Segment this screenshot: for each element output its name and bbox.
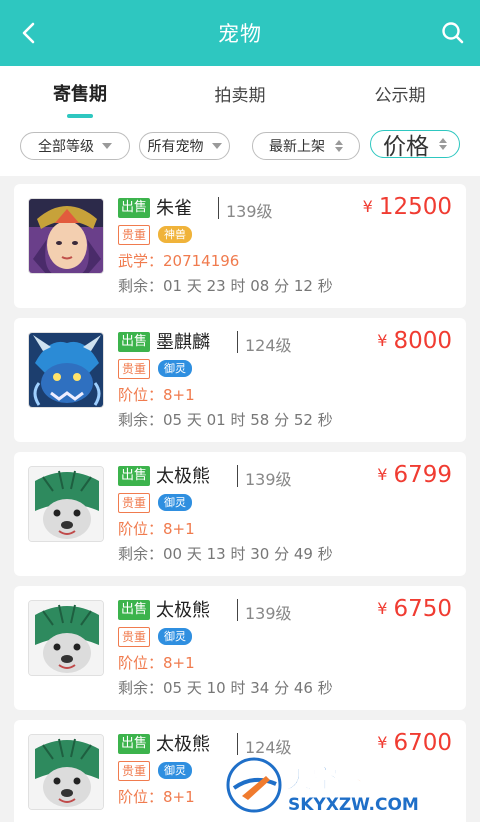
type-badge: 御灵 bbox=[158, 762, 192, 779]
tab-consignment[interactable]: 寄售期 bbox=[0, 66, 160, 120]
page-title: 宠物 bbox=[218, 22, 262, 46]
remaining-time: 剩余：05 天 10 时 34 分 46 秒 bbox=[118, 679, 333, 697]
pet-avatar bbox=[28, 734, 104, 810]
pet-name: 墨麒麟 bbox=[156, 332, 210, 353]
pet-price: ¥6799 bbox=[377, 462, 452, 488]
pet-filter-label: 所有宠物 bbox=[147, 139, 204, 155]
currency-symbol: ¥ bbox=[377, 733, 388, 752]
currency-symbol: ¥ bbox=[362, 197, 373, 216]
back-button[interactable] bbox=[14, 18, 44, 48]
currency-symbol: ¥ bbox=[377, 599, 388, 618]
rare-badge: 贵重 bbox=[118, 359, 151, 379]
top-bar: 宠物 bbox=[0, 0, 480, 66]
sell-tag: 出售 bbox=[118, 332, 151, 352]
pet-avatar bbox=[28, 332, 104, 408]
search-button[interactable] bbox=[438, 18, 468, 48]
list-item[interactable]: 出售 太极熊 139级 ¥6750 贵重 御灵 阶位：8+1 剩余：05 天 1… bbox=[14, 586, 466, 710]
rare-badge: 贵重 bbox=[118, 627, 151, 647]
price-value: 6750 bbox=[393, 596, 452, 622]
pet-filter-dropdown[interactable]: 所有宠物 bbox=[139, 132, 230, 160]
pet-avatar bbox=[28, 198, 104, 274]
sort-icon bbox=[439, 138, 447, 150]
sell-tag: 出售 bbox=[118, 466, 151, 486]
currency-symbol: ¥ bbox=[377, 465, 388, 484]
tab-auction[interactable]: 拍卖期 bbox=[160, 66, 320, 120]
tab-bar: 寄售期 拍卖期 公示期 bbox=[0, 66, 480, 120]
pet-attribute: 阶位：8+1 bbox=[118, 654, 195, 672]
type-badge: 御灵 bbox=[158, 494, 192, 511]
pet-level: 139级 bbox=[245, 604, 292, 623]
list-item[interactable]: 出售 墨麒麟 124级 ¥8000 贵重 御灵 阶位：8+1 剩余：05 天 0… bbox=[14, 318, 466, 442]
remaining-time: 剩余：05 天 01 时 58 分 52 秒 bbox=[118, 411, 333, 429]
pet-attribute: 阶位：8+1 bbox=[118, 386, 195, 404]
latest-sort-button[interactable]: 最新上架 bbox=[252, 132, 360, 160]
remaining-time: 剩余：00 天 13 时 30 分 49 秒 bbox=[118, 545, 333, 563]
sort-icon bbox=[335, 140, 343, 152]
pet-avatar bbox=[28, 600, 104, 676]
svg-text:下载玩: 下载玩 bbox=[342, 768, 408, 794]
pet-level: 139级 bbox=[226, 202, 273, 221]
tab-publicity[interactable]: 公示期 bbox=[320, 66, 480, 120]
price-value: 6700 bbox=[393, 730, 452, 756]
search-icon bbox=[442, 22, 464, 44]
pet-price: ¥6750 bbox=[377, 596, 452, 622]
pet-price: ¥12500 bbox=[363, 194, 452, 220]
divider bbox=[237, 733, 238, 755]
divider bbox=[237, 599, 238, 621]
price-value: 8000 bbox=[393, 328, 452, 354]
caret-down-icon bbox=[102, 143, 112, 149]
type-badge: 神兽 bbox=[158, 226, 192, 243]
remaining-time: 剩余：01 天 23 时 08 分 12 秒 bbox=[118, 277, 333, 295]
rare-badge: 贵重 bbox=[118, 761, 151, 781]
sell-tag: 出售 bbox=[118, 600, 151, 620]
list-item[interactable]: 出售 太极熊 139级 ¥6799 贵重 御灵 阶位：8+1 剩余：00 天 1… bbox=[14, 452, 466, 576]
latest-sort-label: 最新上架 bbox=[269, 139, 325, 155]
type-badge: 御灵 bbox=[158, 360, 192, 377]
svg-text:SKYXZW.COM: SKYXZW.COM bbox=[288, 795, 419, 815]
site-watermark-logo: 天空 下载玩 SKYXZW.COM bbox=[224, 754, 474, 816]
sell-tag: 出售 bbox=[118, 198, 151, 218]
pet-price: ¥6700 bbox=[377, 730, 452, 756]
pet-attribute: 阶位：8+1 bbox=[118, 520, 195, 538]
pet-name: 朱雀 bbox=[156, 198, 192, 219]
divider bbox=[237, 465, 238, 487]
rare-badge: 贵重 bbox=[118, 493, 151, 513]
level-filter-label: 全部等级 bbox=[38, 139, 94, 155]
pet-attribute: 武学：20714196 bbox=[118, 252, 240, 270]
pet-name: 太极熊 bbox=[156, 466, 210, 487]
pet-name: 太极熊 bbox=[156, 600, 210, 621]
pet-name: 太极熊 bbox=[156, 734, 210, 755]
pet-price: ¥8000 bbox=[377, 328, 452, 354]
logo-graphic: 天空 下载玩 SKYXZW.COM bbox=[226, 757, 419, 815]
currency-symbol: ¥ bbox=[377, 331, 388, 350]
level-filter-dropdown[interactable]: 全部等级 bbox=[20, 132, 130, 160]
filter-bar: 全部等级 所有宠物 最新上架 价格 bbox=[0, 120, 480, 176]
list-item[interactable]: 出售 朱雀 139级 ¥12500 贵重 神兽 武学：20714196 剩余：0… bbox=[14, 184, 466, 308]
pet-attribute: 阶位：8+1 bbox=[118, 788, 195, 806]
price-sort-button[interactable]: 价格 bbox=[370, 130, 460, 160]
price-value: 12500 bbox=[378, 194, 452, 220]
sell-tag: 出售 bbox=[118, 734, 151, 754]
caret-down-icon bbox=[211, 143, 222, 149]
price-sort-label: 价格 bbox=[383, 134, 429, 160]
pet-avatar bbox=[28, 466, 104, 542]
divider bbox=[237, 331, 238, 353]
pet-level: 139级 bbox=[245, 470, 292, 489]
svg-text:天空: 天空 bbox=[286, 764, 338, 795]
type-badge: 御灵 bbox=[158, 628, 192, 645]
divider bbox=[218, 197, 219, 219]
pet-level: 124级 bbox=[245, 336, 292, 355]
price-value: 6799 bbox=[393, 462, 452, 488]
chevron-left-icon bbox=[22, 22, 35, 44]
rare-badge: 贵重 bbox=[118, 225, 151, 245]
